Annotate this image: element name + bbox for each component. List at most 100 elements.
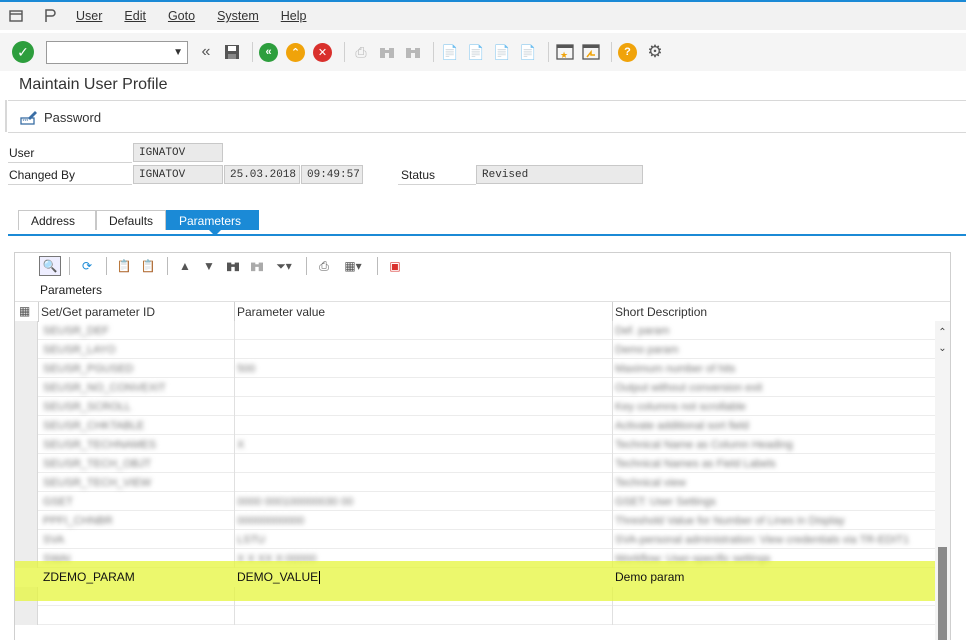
- password-button[interactable]: *** Password: [20, 109, 101, 125]
- cell-parameter-id[interactable]: SEUSR_TECH_VIEW: [40, 473, 234, 492]
- cell-parameter-id[interactable]: SEUSR_TECHNAMES: [40, 435, 234, 454]
- changed-date-field[interactable]: 25.03.2018: [224, 165, 300, 184]
- back-icon[interactable]: «: [196, 42, 216, 62]
- cell-parameter-value[interactable]: [234, 606, 612, 625]
- menu-system[interactable]: System: [217, 9, 259, 23]
- details-icon[interactable]: 🔍: [39, 256, 61, 276]
- cell-short-description[interactable]: Maximum number of hits: [612, 359, 932, 378]
- first-page-icon[interactable]: 📄: [440, 42, 460, 62]
- cell-parameter-id[interactable]: PPFI_CHNBR: [40, 511, 234, 530]
- row-selector[interactable]: [15, 606, 38, 625]
- table-row[interactable]: SEUSR_PGUSED 500 Maximum number of hits: [15, 359, 935, 378]
- scroll-up-icon[interactable]: ⌃: [936, 325, 949, 339]
- table-row[interactable]: SEUSR_CHKTABLE Activate additional sort f…: [15, 416, 935, 435]
- cell-parameter-value[interactable]: [234, 321, 612, 340]
- table-row-selected[interactable]: ZDEMO_PARAM DEMO_VALUE Demo param: [15, 567, 935, 587]
- cell-short-description[interactable]: Demo param: [612, 340, 932, 359]
- cell-parameter-value[interactable]: [234, 416, 612, 435]
- cell-parameter-id[interactable]: SEUSR_SCROLL: [40, 397, 234, 416]
- row-selector[interactable]: [15, 511, 38, 530]
- print-icon[interactable]: ⎙: [313, 256, 335, 276]
- exit-icon[interactable]: «: [259, 42, 278, 62]
- cell-parameter-value[interactable]: [234, 340, 612, 359]
- paste-icon[interactable]: 📋: [137, 256, 159, 276]
- cell-short-description[interactable]: [612, 606, 932, 625]
- table-row[interactable]: SEUSR_LAYO Demo param: [15, 340, 935, 359]
- column-header-parameter-id[interactable]: Set/Get parameter ID: [41, 305, 155, 319]
- changed-time-field[interactable]: 09:49:57: [301, 165, 363, 184]
- tab-address[interactable]: Address: [18, 210, 96, 230]
- chevron-down-icon[interactable]: ▼: [173, 47, 183, 58]
- save-icon[interactable]: [222, 42, 242, 62]
- next-page-icon[interactable]: 📄: [492, 42, 512, 62]
- sort-ascending-icon[interactable]: ▲: [174, 256, 196, 276]
- cell-short-description[interactable]: Def. param: [612, 321, 932, 340]
- row-selector[interactable]: [15, 435, 38, 454]
- cell-parameter-id[interactable]: SVA: [40, 530, 234, 549]
- row-selector[interactable]: [15, 530, 38, 549]
- cell-parameter-value[interactable]: [234, 454, 612, 473]
- delete-row-icon[interactable]: ▣: [384, 256, 406, 276]
- cell-short-description[interactable]: GSET: User Settings: [612, 492, 932, 511]
- cell-short-description[interactable]: Output without conversion exit: [612, 378, 932, 397]
- customize-icon[interactable]: [42, 9, 58, 23]
- cell-parameter-value[interactable]: X: [234, 435, 612, 454]
- print-icon[interactable]: ⎙: [351, 42, 371, 62]
- menu-help[interactable]: Help: [281, 9, 307, 23]
- cancel-icon[interactable]: ✕: [313, 42, 332, 62]
- cell-parameter-id[interactable]: SEUSR_LAYO: [40, 340, 234, 359]
- cell-short-description[interactable]: Demo param: [612, 567, 932, 587]
- column-header-short-description[interactable]: Short Description: [615, 305, 707, 319]
- cell-parameter-value[interactable]: [234, 378, 612, 397]
- enter-icon[interactable]: ✓: [12, 41, 34, 63]
- refresh-icon[interactable]: ⟳: [76, 256, 98, 276]
- cell-short-description[interactable]: SVA-personal administration: View creden…: [612, 530, 932, 549]
- row-selector[interactable]: [15, 416, 38, 435]
- tab-defaults[interactable]: Defaults: [96, 210, 166, 230]
- cell-parameter-value[interactable]: [234, 397, 612, 416]
- shortcut-icon[interactable]: [581, 42, 601, 62]
- row-selector[interactable]: [15, 454, 38, 473]
- find-next-icon[interactable]: [246, 256, 268, 276]
- cell-parameter-id[interactable]: [40, 606, 234, 625]
- cell-parameter-id[interactable]: SEUSR_PGUSED: [40, 359, 234, 378]
- scroll-down-icon[interactable]: ⌄: [936, 341, 949, 355]
- cell-parameter-id[interactable]: SEUSR_DEF: [40, 321, 234, 340]
- table-row[interactable]: SEUSR_DEF Def. param: [15, 321, 935, 340]
- row-selector[interactable]: [15, 492, 38, 511]
- table-row[interactable]: SEUSR_TECH_VIEW Technical view: [15, 473, 935, 492]
- cell-parameter-value[interactable]: [234, 473, 612, 492]
- row-selector[interactable]: [15, 340, 38, 359]
- cell-short-description[interactable]: Threshold Value for Number of Lines in D…: [612, 511, 932, 530]
- menu-icon[interactable]: [8, 9, 24, 23]
- cell-parameter-value[interactable]: 500: [234, 359, 612, 378]
- table-row[interactable]: SEUSR_TECH_OBJT Technical Names as Field …: [15, 454, 935, 473]
- settings-icon[interactable]: ⚙: [645, 42, 665, 62]
- table-row[interactable]: SVA LSTU SVA-personal administration: View…: [15, 530, 935, 549]
- new-session-icon[interactable]: ★: [555, 42, 575, 62]
- scrollbar-thumb[interactable]: [938, 547, 947, 640]
- last-page-icon[interactable]: 📄: [518, 42, 538, 62]
- status-field[interactable]: Revised: [476, 165, 643, 184]
- vertical-scrollbar[interactable]: ⌃ ⌄: [935, 321, 950, 640]
- cell-short-description[interactable]: Technical Name as Column Heading: [612, 435, 932, 454]
- menu-user[interactable]: User: [76, 9, 102, 23]
- table-row[interactable]: SEUSR_SCROLL Key columns not scrollable: [15, 397, 935, 416]
- copy-icon[interactable]: 📋: [113, 256, 135, 276]
- table-row[interactable]: [15, 606, 935, 625]
- table-row[interactable]: SEUSR_NO_CONVEXIT Output without conversi…: [15, 378, 935, 397]
- menu-goto[interactable]: Goto: [168, 9, 195, 23]
- row-selector[interactable]: [15, 378, 38, 397]
- cell-parameter-value[interactable]: 00000000000: [234, 511, 612, 530]
- row-selector[interactable]: [15, 397, 38, 416]
- table-row[interactable]: SEUSR_TECHNAMES X Technical Name as Column…: [15, 435, 935, 454]
- sort-descending-icon[interactable]: ▼: [198, 256, 220, 276]
- menu-edit[interactable]: Edit: [124, 9, 146, 23]
- row-selector[interactable]: [15, 359, 38, 378]
- cell-parameter-id[interactable]: ZDEMO_PARAM: [40, 567, 234, 587]
- cell-parameter-value[interactable]: 0000 000100000030 00: [234, 492, 612, 511]
- cell-parameter-id[interactable]: SEUSR_CHKTABLE: [40, 416, 234, 435]
- cell-short-description[interactable]: Technical view: [612, 473, 932, 492]
- find-icon[interactable]: [377, 42, 397, 62]
- row-selector[interactable]: [15, 473, 38, 492]
